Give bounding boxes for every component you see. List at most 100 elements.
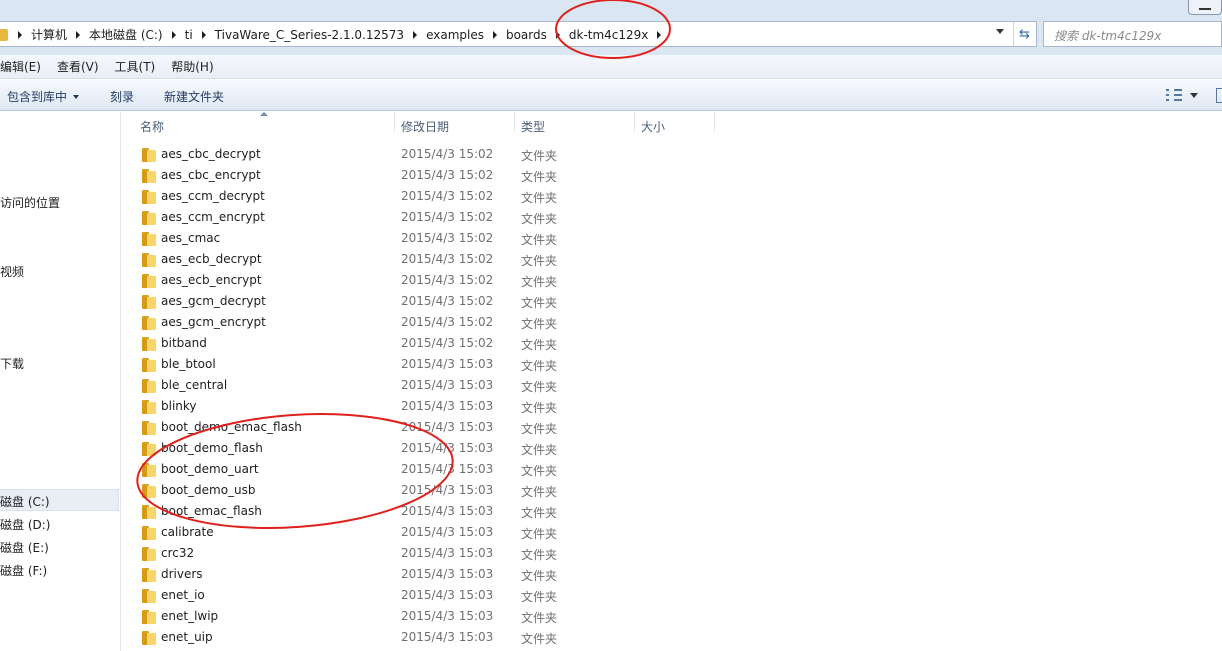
file-name: aes_ccm_decrypt	[161, 189, 265, 203]
breadcrumb-dk-tm4c129x[interactable]: dk-tm4c129x	[560, 26, 658, 44]
breadcrumb-ti[interactable]: ti	[176, 26, 202, 44]
search-input[interactable]: 搜索 dk-tm4c129x	[1043, 21, 1222, 47]
search-placeholder: 搜索 dk-tm4c129x	[1054, 29, 1162, 43]
file-row[interactable]: drivers 2015/4/3 15:03 文件夹	[128, 565, 1222, 586]
file-date: 2015/4/3 15:02	[401, 252, 494, 266]
file-row[interactable]: boot_demo_uart 2015/4/3 15:03 文件夹	[128, 460, 1222, 481]
file-row[interactable]: aes_cbc_encrypt 2015/4/3 15:02 文件夹	[128, 166, 1222, 187]
nav-item-downloads[interactable]: 下载	[0, 355, 24, 372]
folder-icon	[142, 211, 156, 225]
burn-button[interactable]: 刻录	[110, 88, 134, 105]
file-name: aes_cmac	[161, 231, 221, 245]
column-header-name[interactable]: 名称	[140, 118, 164, 135]
breadcrumb-boards[interactable]: boards	[497, 26, 556, 44]
column-header-type[interactable]: 类型	[521, 118, 545, 135]
folder-icon	[142, 505, 156, 519]
breadcrumb-examples[interactable]: examples	[417, 26, 493, 44]
minimize-button[interactable]	[1188, 0, 1222, 15]
file-date: 2015/4/3 15:02	[401, 294, 494, 308]
file-row[interactable]: bitband 2015/4/3 15:02 文件夹	[128, 334, 1222, 355]
file-name: calibrate	[161, 525, 214, 539]
file-row[interactable]: enet_io 2015/4/3 15:03 文件夹	[128, 586, 1222, 607]
file-type: 文件夹	[521, 212, 558, 226]
view-options-icon[interactable]	[1166, 89, 1182, 101]
file-name: aes_gcm_encrypt	[161, 315, 266, 329]
file-name: boot_demo_emac_flash	[161, 420, 302, 434]
column-divider[interactable]	[394, 112, 395, 132]
file-date: 2015/4/3 15:02	[401, 189, 494, 203]
file-name: boot_demo_flash	[161, 441, 263, 455]
menu-edit[interactable]: 编辑(E)	[0, 56, 49, 78]
file-row[interactable]: boot_demo_flash 2015/4/3 15:03 文件夹	[128, 439, 1222, 460]
file-row[interactable]: aes_cbc_decrypt 2015/4/3 15:02 文件夹	[128, 145, 1222, 166]
file-row[interactable]: crc32 2015/4/3 15:03 文件夹	[128, 544, 1222, 565]
file-row[interactable]: aes_gcm_decrypt 2015/4/3 15:02 文件夹	[128, 292, 1222, 313]
file-row[interactable]: blinky 2015/4/3 15:03 文件夹	[128, 397, 1222, 418]
file-name: boot_emac_flash	[161, 504, 262, 518]
chevron-right-icon[interactable]	[657, 31, 662, 39]
preview-pane-icon[interactable]	[1216, 88, 1222, 103]
file-type: 文件夹	[521, 233, 558, 247]
file-date: 2015/4/3 15:03	[401, 483, 494, 497]
column-divider[interactable]	[514, 112, 515, 132]
file-date: 2015/4/3 15:03	[401, 567, 494, 581]
column-header-size[interactable]: 大小	[641, 118, 665, 135]
nav-item-drive-e[interactable]: 磁盘 (E:)	[0, 539, 49, 556]
minimize-icon	[1199, 8, 1211, 10]
file-type: 文件夹	[521, 380, 558, 394]
navigation-pane: 访问的位置 视频 下载 磁盘 (C:) 磁盘 (D:) 磁盘 (E:) 磁盘 (…	[0, 112, 121, 651]
file-name: drivers	[161, 567, 203, 581]
menu-tools[interactable]: 工具(T)	[107, 56, 164, 78]
file-row[interactable]: aes_ccm_decrypt 2015/4/3 15:02 文件夹	[128, 187, 1222, 208]
file-date: 2015/4/3 15:03	[401, 357, 494, 371]
nav-item-drive-d[interactable]: 磁盘 (D:)	[0, 516, 50, 533]
file-row[interactable]: boot_emac_flash 2015/4/3 15:03 文件夹	[128, 502, 1222, 523]
dropdown-icon[interactable]	[996, 29, 1004, 34]
column-header-date[interactable]: 修改日期	[401, 118, 449, 135]
file-row[interactable]: aes_ecb_encrypt 2015/4/3 15:02 文件夹	[128, 271, 1222, 292]
file-row[interactable]: ble_btool 2015/4/3 15:03 文件夹	[128, 355, 1222, 376]
nav-item-drive-f[interactable]: 磁盘 (F:)	[0, 562, 47, 579]
folder-icon	[142, 421, 156, 435]
nav-item-videos[interactable]: 视频	[0, 263, 24, 280]
column-divider[interactable]	[634, 112, 635, 132]
file-row[interactable]: aes_ecb_decrypt 2015/4/3 15:02 文件夹	[128, 250, 1222, 271]
new-folder-button[interactable]: 新建文件夹	[164, 88, 224, 105]
breadcrumb-computer[interactable]: 计算机	[22, 26, 76, 44]
file-type: 文件夹	[521, 401, 558, 415]
folder-icon	[142, 463, 156, 477]
file-type: 文件夹	[521, 611, 558, 625]
include-in-library-button[interactable]: 包含到库中	[7, 88, 80, 105]
file-date: 2015/4/3 15:03	[401, 609, 494, 623]
folder-icon	[142, 589, 156, 603]
file-name: aes_ccm_encrypt	[161, 210, 265, 224]
breadcrumb-tivaware[interactable]: TivaWare_C_Series-2.1.0.12573	[206, 26, 413, 44]
file-name: ble_btool	[161, 357, 216, 371]
menu-view[interactable]: 查看(V)	[49, 56, 107, 78]
address-bar[interactable]: 计算机 本地磁盘 (C:) ti TivaWare_C_Series-2.1.0…	[0, 21, 1037, 47]
file-row[interactable]: ble_central 2015/4/3 15:03 文件夹	[128, 376, 1222, 397]
view-dropdown-icon[interactable]	[1190, 93, 1198, 98]
file-type: 文件夹	[521, 569, 558, 583]
menu-help[interactable]: 帮助(H)	[163, 56, 221, 78]
file-row[interactable]: enet_uip 2015/4/3 15:03 文件夹	[128, 628, 1222, 649]
file-date: 2015/4/3 15:03	[401, 399, 494, 413]
breadcrumb-local-disk-c[interactable]: 本地磁盘 (C:)	[80, 26, 172, 44]
file-type: 文件夹	[521, 422, 558, 436]
file-row[interactable]: aes_ccm_encrypt 2015/4/3 15:02 文件夹	[128, 208, 1222, 229]
file-date: 2015/4/3 15:03	[401, 462, 494, 476]
folder-icon	[142, 610, 156, 624]
file-row[interactable]: boot_demo_usb 2015/4/3 15:03 文件夹	[128, 481, 1222, 502]
nav-item-recent-places[interactable]: 访问的位置	[0, 194, 60, 211]
file-row[interactable]: calibrate 2015/4/3 15:03 文件夹	[128, 523, 1222, 544]
refresh-icon[interactable]: ⇆	[1013, 22, 1035, 46]
file-row[interactable]: boot_demo_emac_flash 2015/4/3 15:03 文件夹	[128, 418, 1222, 439]
column-divider[interactable]	[714, 112, 715, 132]
file-row[interactable]: aes_gcm_encrypt 2015/4/3 15:02 文件夹	[128, 313, 1222, 334]
file-row[interactable]: aes_cmac 2015/4/3 15:02 文件夹	[128, 229, 1222, 250]
file-date: 2015/4/3 15:02	[401, 336, 494, 350]
nav-item-drive-c[interactable]: 磁盘 (C:)	[0, 489, 119, 511]
file-row[interactable]: enet_lwip 2015/4/3 15:03 文件夹	[128, 607, 1222, 628]
file-type: 文件夹	[521, 485, 558, 499]
file-name: bitband	[161, 336, 207, 350]
